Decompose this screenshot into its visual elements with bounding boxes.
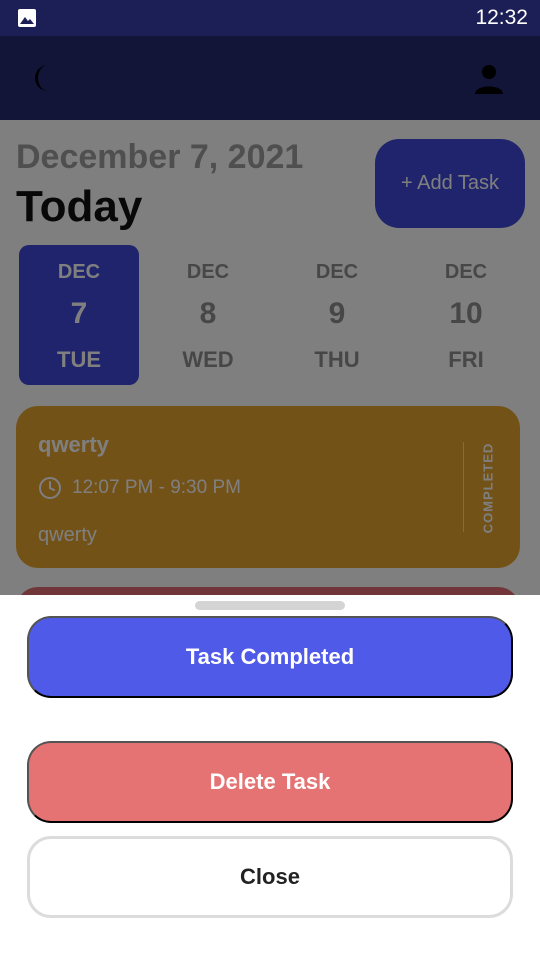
delete-task-button[interactable]: Delete Task — [27, 741, 513, 823]
bottom-sheet: Task Completed Delete Task Close — [0, 595, 540, 960]
sheet-handle[interactable] — [195, 601, 345, 610]
close-button[interactable]: Close — [27, 836, 513, 918]
status-bar: 12:32 — [0, 0, 540, 36]
status-time: 12:32 — [475, 6, 528, 29]
image-icon — [18, 9, 36, 27]
task-completed-button[interactable]: Task Completed — [27, 616, 513, 698]
